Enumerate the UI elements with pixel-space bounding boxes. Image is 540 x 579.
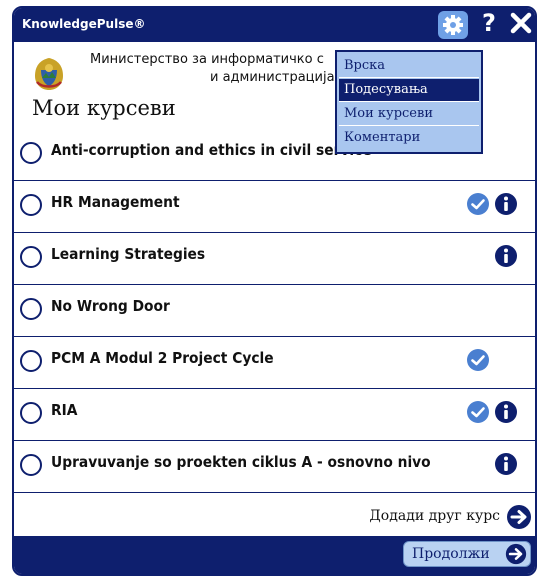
course-name: Learning Strategies bbox=[51, 245, 206, 263]
arrow-right-icon bbox=[505, 543, 527, 565]
page-title: Мои курсеви bbox=[32, 96, 176, 120]
menu-item-connection[interactable]: Врска bbox=[339, 55, 479, 78]
course-radio[interactable] bbox=[20, 142, 42, 164]
course-radio[interactable] bbox=[20, 246, 42, 268]
add-course-button[interactable]: Додади друг курс bbox=[344, 504, 534, 534]
organization-name-line2: и администрација bbox=[210, 70, 335, 85]
course-name: PCM A Modul 2 Project Cycle bbox=[51, 349, 274, 367]
settings-dropdown-menu: Врска Подесувања Мои курсеви Коментари bbox=[335, 50, 483, 154]
course-item[interactable]: HR Management bbox=[14, 181, 535, 233]
info-icon[interactable] bbox=[494, 192, 518, 216]
add-course-label: Додади друг курс bbox=[369, 508, 500, 524]
completed-check-icon bbox=[467, 401, 489, 423]
continue-label: Продолжи bbox=[412, 546, 490, 562]
arrow-right-icon bbox=[507, 505, 531, 529]
course-radio[interactable] bbox=[20, 402, 42, 424]
course-item[interactable]: RIA bbox=[14, 389, 535, 441]
help-button[interactable]: ? bbox=[482, 9, 496, 37]
info-icon[interactable] bbox=[494, 400, 518, 424]
organization-name-line1: Министерство за информатичко с bbox=[90, 52, 324, 67]
menu-item-settings[interactable]: Подесувања bbox=[339, 79, 479, 102]
coat-of-arms-emblem bbox=[35, 58, 63, 90]
app-window: KnowledgePulse® ? Министерство за информ… bbox=[12, 6, 537, 576]
info-icon[interactable] bbox=[494, 244, 518, 268]
course-radio[interactable] bbox=[20, 298, 42, 320]
gear-icon bbox=[438, 11, 468, 39]
course-name: No Wrong Door bbox=[51, 297, 170, 315]
course-radio[interactable] bbox=[20, 350, 42, 372]
completed-check-icon bbox=[467, 349, 489, 371]
close-button[interactable] bbox=[508, 10, 534, 36]
course-name: HR Management bbox=[51, 193, 180, 211]
app-title: KnowledgePulse® bbox=[22, 17, 146, 31]
info-icon[interactable] bbox=[494, 452, 518, 476]
course-list: Anti-corruption and ethics in civil serv… bbox=[14, 129, 535, 493]
menu-item-my-courses[interactable]: Мои курсеви bbox=[339, 103, 479, 126]
course-item[interactable]: PCM A Modul 2 Project Cycle bbox=[14, 337, 535, 389]
course-name: RIA bbox=[51, 401, 78, 419]
close-icon bbox=[510, 12, 532, 34]
footer-bar: Продолжи bbox=[14, 536, 535, 574]
course-item[interactable]: Learning Strategies bbox=[14, 233, 535, 285]
title-bar: KnowledgePulse® ? bbox=[14, 8, 535, 42]
course-item[interactable]: Upravuvanje so proekten ciklus A - osnov… bbox=[14, 441, 535, 493]
course-name: Upravuvanje so proekten ciklus A - osnov… bbox=[51, 453, 431, 471]
course-radio[interactable] bbox=[20, 194, 42, 216]
organization-header: Министерство за информатичко с и админис… bbox=[20, 48, 335, 98]
course-item[interactable]: No Wrong Door bbox=[14, 285, 535, 337]
continue-button[interactable]: Продолжи bbox=[403, 541, 531, 567]
settings-button[interactable] bbox=[438, 11, 468, 39]
course-radio[interactable] bbox=[20, 454, 42, 476]
completed-check-icon bbox=[467, 193, 489, 215]
course-name: Anti-corruption and ethics in civil serv… bbox=[51, 141, 372, 159]
menu-item-comments[interactable]: Коментари bbox=[339, 127, 479, 149]
